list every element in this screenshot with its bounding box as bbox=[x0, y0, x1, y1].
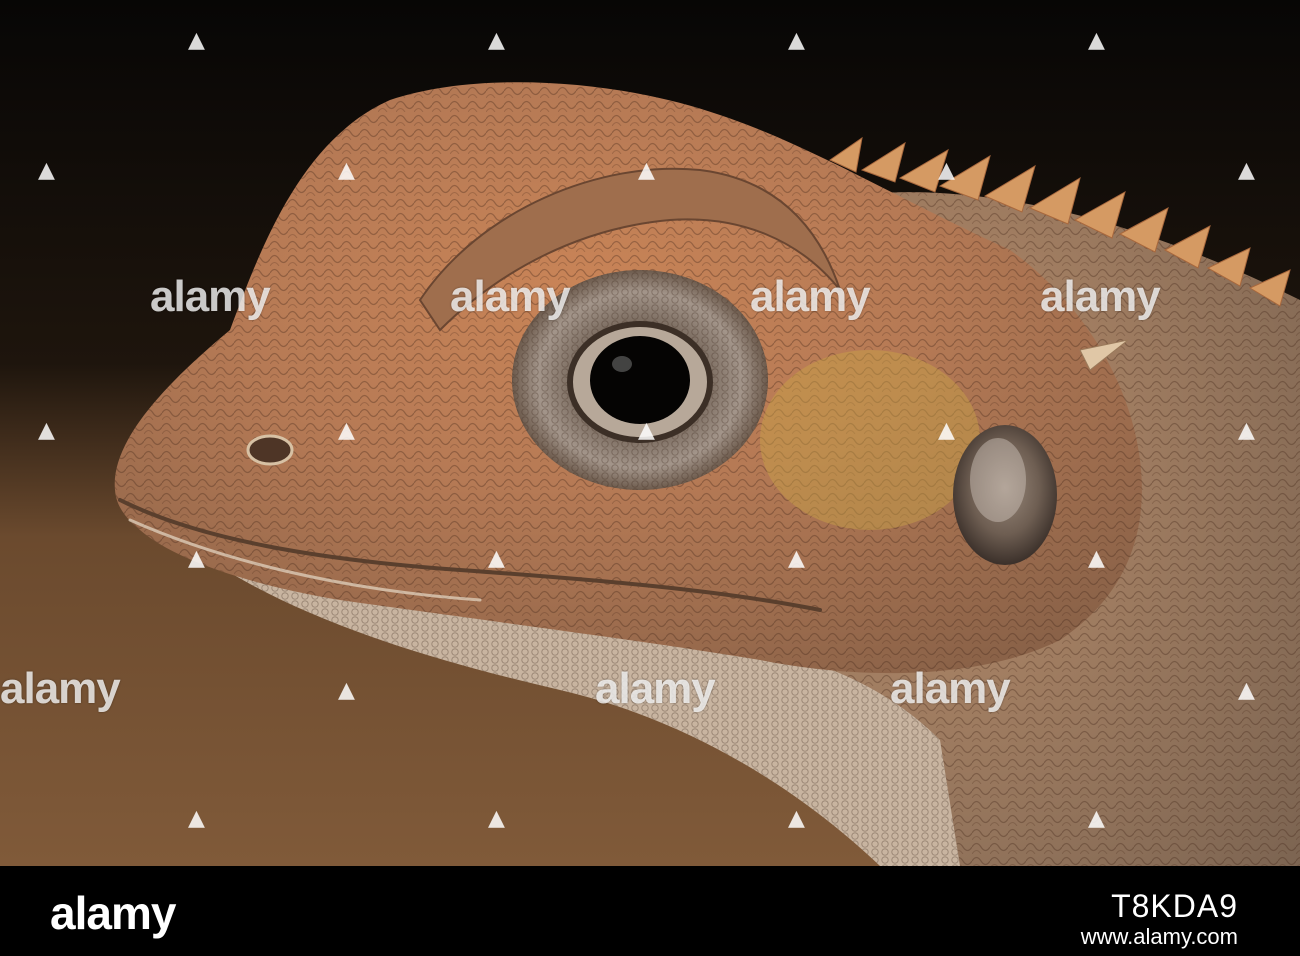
image-stage: ▲ ▲ ▲ ▲ ▲ ▲ ▲ ▲ ▲ alamy alamy alamy alam… bbox=[0, 0, 1300, 956]
logo-text: alamy bbox=[50, 887, 176, 939]
lizard-photo bbox=[0, 0, 1300, 866]
cheek-patch bbox=[760, 350, 980, 530]
site-url[interactable]: www.alamy.com bbox=[1081, 924, 1238, 950]
lizard-eye bbox=[512, 270, 768, 490]
nostril bbox=[246, 434, 294, 466]
alamy-logo[interactable]: alamy bbox=[50, 886, 176, 940]
image-id: T8KDA9 bbox=[1111, 888, 1238, 924]
lizard-ear bbox=[953, 425, 1057, 565]
